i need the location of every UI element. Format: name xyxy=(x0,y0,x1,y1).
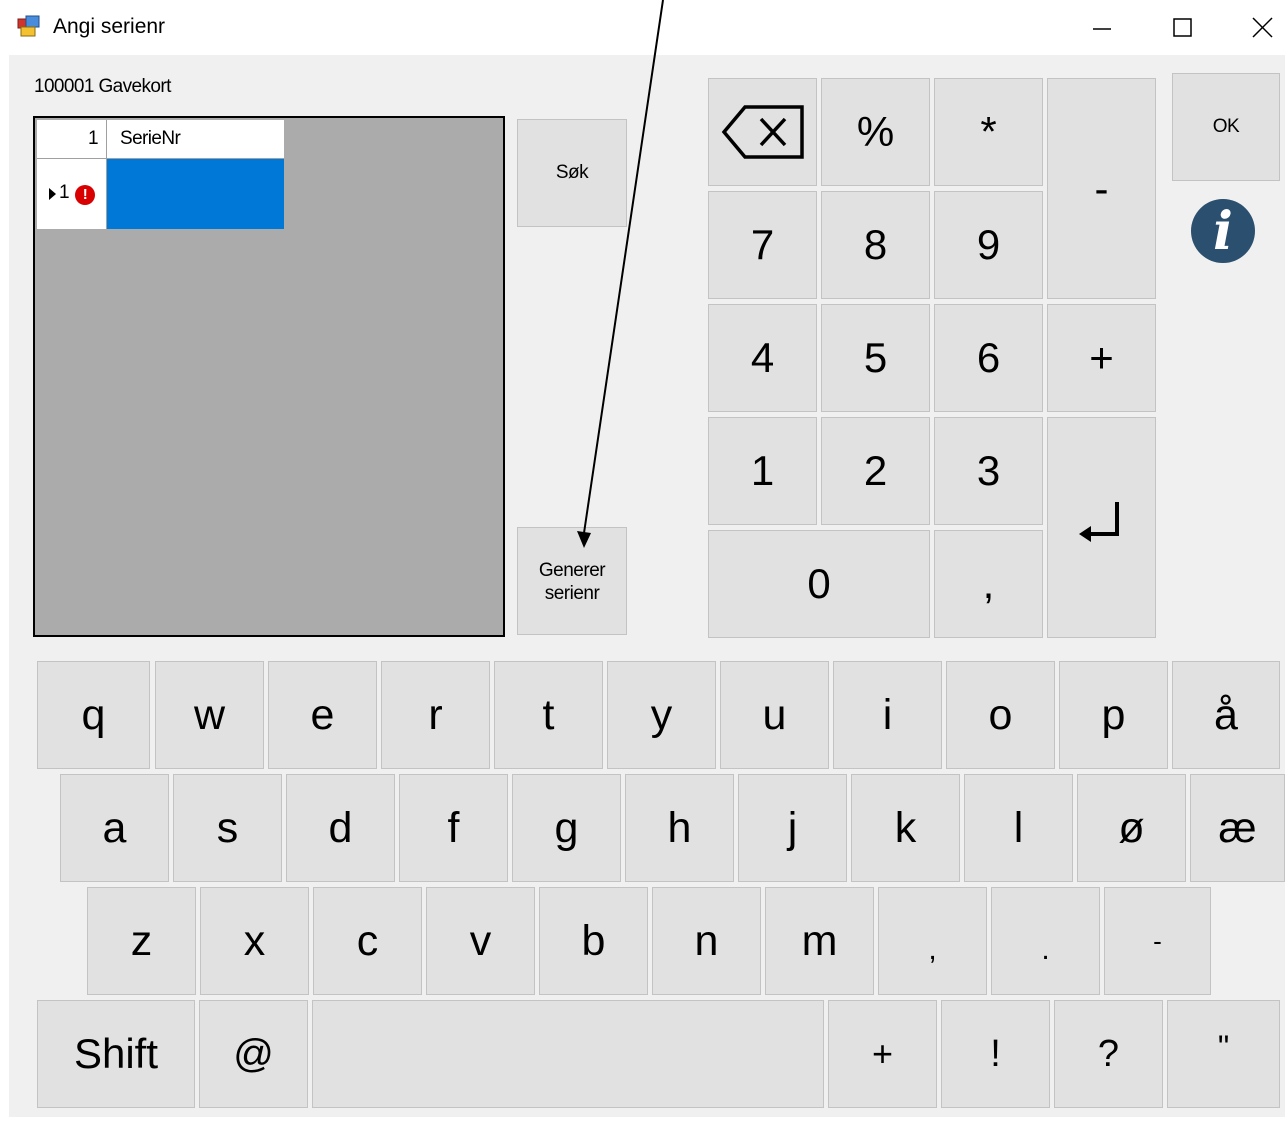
numpad-key-multiply[interactable]: * xyxy=(934,78,1043,186)
key-exclamation[interactable]: ! xyxy=(941,1000,1050,1108)
key-w[interactable]: w xyxy=(155,661,264,769)
title-bar: Angi serienr xyxy=(0,0,1285,55)
key-o[interactable]: o xyxy=(946,661,1055,769)
numpad-key-2[interactable]: 2 xyxy=(821,417,930,525)
key-s[interactable]: s xyxy=(173,774,282,882)
serial-number-grid[interactable]: 1 SerieNr 1 ! xyxy=(33,116,505,637)
row-number: 1 xyxy=(59,182,70,203)
app-icon xyxy=(17,15,40,37)
key-j[interactable]: j xyxy=(738,774,847,882)
key-e[interactable]: e xyxy=(268,661,377,769)
key-i[interactable]: i xyxy=(833,661,942,769)
key-y[interactable]: y xyxy=(607,661,716,769)
key-p[interactable]: p xyxy=(1059,661,1168,769)
ok-button[interactable]: OK xyxy=(1172,73,1280,181)
key-ae[interactable]: æ xyxy=(1190,774,1285,882)
key-l[interactable]: l xyxy=(964,774,1073,882)
key-at[interactable]: @ xyxy=(199,1000,308,1108)
key-period[interactable]: . xyxy=(991,887,1100,995)
numpad-key-5[interactable]: 5 xyxy=(821,304,930,412)
serienr-cell-selected[interactable] xyxy=(107,159,284,229)
info-icon[interactable]: i xyxy=(1191,199,1255,263)
numpad-key-9[interactable]: 9 xyxy=(934,191,1043,299)
key-o-slash[interactable]: ø xyxy=(1077,774,1186,882)
key-f[interactable]: f xyxy=(399,774,508,882)
key-n[interactable]: n xyxy=(652,887,761,995)
numpad-key-0[interactable]: 0 xyxy=(708,530,930,638)
backspace-icon xyxy=(721,105,804,159)
info-icon-glyph: i xyxy=(1213,201,1233,262)
key-h[interactable]: h xyxy=(625,774,734,882)
key-m[interactable]: m xyxy=(765,887,874,995)
key-b[interactable]: b xyxy=(539,887,648,995)
key-plus[interactable]: + xyxy=(828,1000,937,1108)
key-space[interactable] xyxy=(312,1000,824,1108)
key-v[interactable]: v xyxy=(426,887,535,995)
generate-serial-label-line1: Generer xyxy=(538,560,606,581)
key-u[interactable]: u xyxy=(720,661,829,769)
key-g[interactable]: g xyxy=(512,774,621,882)
error-icon: ! xyxy=(75,185,95,205)
key-a-ring[interactable]: å xyxy=(1172,661,1280,769)
key-z[interactable]: z xyxy=(87,887,196,995)
key-q[interactable]: q xyxy=(37,661,150,769)
numpad-key-6[interactable]: 6 xyxy=(934,304,1043,412)
key-r[interactable]: r xyxy=(381,661,490,769)
numpad-key-3[interactable]: 3 xyxy=(934,417,1043,525)
key-comma[interactable]: , xyxy=(878,887,987,995)
numpad-key-comma[interactable]: , xyxy=(934,530,1043,638)
key-dash[interactable]: - xyxy=(1104,887,1211,995)
numpad-key-plus[interactable]: + xyxy=(1047,304,1156,412)
key-k[interactable]: k xyxy=(851,774,960,882)
key-question[interactable]: ? xyxy=(1054,1000,1163,1108)
key-a[interactable]: a xyxy=(60,774,169,882)
generate-serial-label-line2: serienr xyxy=(544,583,600,604)
close-icon[interactable] xyxy=(1243,10,1283,46)
enter-icon xyxy=(1078,501,1119,542)
numpad-key-minus[interactable]: - xyxy=(1047,78,1156,299)
key-c[interactable]: c xyxy=(313,887,422,995)
key-x[interactable]: x xyxy=(200,887,309,995)
generate-serial-button[interactable]: Generer serienr xyxy=(517,527,627,635)
key-t[interactable]: t xyxy=(494,661,603,769)
key-double-quote[interactable]: " xyxy=(1167,1000,1280,1108)
key-d[interactable]: d xyxy=(286,774,395,882)
search-button[interactable]: Søk xyxy=(517,119,627,227)
numpad-key-percent[interactable]: % xyxy=(821,78,930,186)
item-caption: 100001 Gavekort xyxy=(34,76,171,97)
numpad-key-8[interactable]: 8 xyxy=(821,191,930,299)
numpad-backspace[interactable] xyxy=(708,78,817,186)
numpad-key-1[interactable]: 1 xyxy=(708,417,817,525)
minimize-icon[interactable] xyxy=(1081,10,1121,46)
key-shift[interactable]: Shift xyxy=(37,1000,195,1108)
row-pointer-icon xyxy=(49,188,56,200)
maximize-icon[interactable] xyxy=(1162,10,1202,46)
window-title: Angi serienr xyxy=(53,15,166,38)
row-header[interactable]: 1 ! xyxy=(37,159,107,229)
numpad-key-7[interactable]: 7 xyxy=(708,191,817,299)
numpad-enter[interactable] xyxy=(1047,417,1156,638)
numpad-key-4[interactable]: 4 xyxy=(708,304,817,412)
column-header-serienr[interactable]: SerieNr xyxy=(107,120,284,159)
grid-corner-cell[interactable]: 1 xyxy=(37,120,107,159)
